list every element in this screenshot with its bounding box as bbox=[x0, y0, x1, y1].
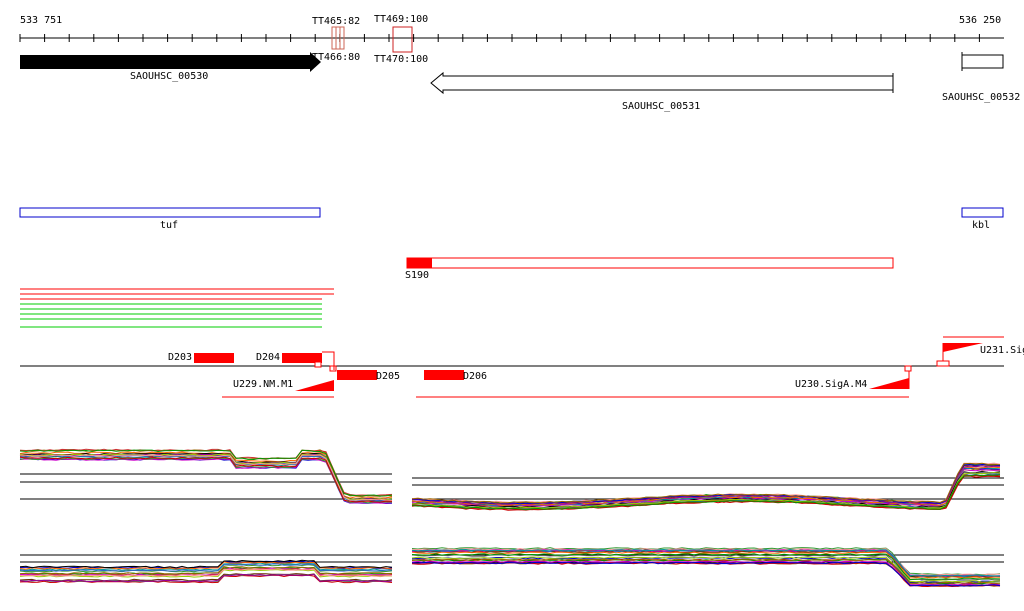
profile-curves bbox=[19, 559, 393, 584]
up-ramp-u230[interactable] bbox=[869, 378, 909, 389]
gene-box-saouhsc-00532[interactable] bbox=[961, 54, 1004, 69]
down-block-d205[interactable] bbox=[337, 370, 377, 380]
segmentation-track: D203 D204 D205 D206 U229.NM.M1 U230.SigA… bbox=[20, 336, 1024, 398]
up-ramp-u231[interactable] bbox=[943, 343, 983, 352]
gene-name-track: tuf kbl bbox=[19, 207, 1004, 231]
up-label-u231: U231.Sig bbox=[980, 345, 1024, 356]
terminator-label-tt470: TT470:100 bbox=[374, 54, 428, 65]
break-marker bbox=[936, 360, 950, 367]
start-coordinate: 533 751 bbox=[20, 15, 62, 26]
gene-arrow-saouhsc-00530[interactable] bbox=[20, 52, 321, 72]
srna-label-s190: S190 bbox=[405, 270, 429, 281]
gene-track: SAOUHSC_00530 SAOUHSC_00531 SAOUHSC_0053… bbox=[20, 52, 1020, 112]
profile-curves bbox=[411, 462, 1001, 511]
terminator-label-tt465: TT465:82 bbox=[312, 16, 360, 27]
gene-label-saouhsc-00530: SAOUHSC_00530 bbox=[130, 71, 208, 82]
break-marker bbox=[329, 365, 337, 372]
genome-browser: 533 751 536 250 TT465:82 TT466:80 TT469:… bbox=[19, 14, 1024, 588]
gene-label-saouhsc-00531: SAOUHSC_00531 bbox=[622, 101, 700, 112]
expression-profile-bottom-right bbox=[411, 547, 1004, 588]
down-label-d203: D203 bbox=[168, 352, 192, 363]
profile-curves bbox=[19, 448, 393, 505]
break-marker bbox=[904, 365, 912, 372]
up-ramp-u229[interactable] bbox=[295, 380, 334, 391]
terminator-tt469[interactable] bbox=[392, 26, 413, 53]
expression-profile-bottom-left bbox=[19, 554, 393, 584]
up-label-u229: U229.NM.M1 bbox=[233, 379, 293, 390]
down-label-d206: D206 bbox=[463, 371, 487, 382]
gene-name-tuf: tuf bbox=[160, 220, 178, 231]
gene-label-saouhsc-00532: SAOUHSC_00532 bbox=[942, 92, 1020, 103]
expression-profile-top-right bbox=[411, 462, 1004, 511]
terminator-label-tt469: TT469:100 bbox=[374, 14, 428, 25]
end-coordinate: 536 250 bbox=[959, 15, 1001, 26]
srna-track: S190 bbox=[405, 257, 894, 281]
down-block-d203[interactable] bbox=[194, 353, 234, 363]
profile-curve bbox=[19, 559, 393, 569]
down-label-d204: D204 bbox=[256, 352, 280, 363]
gene-name-box-tuf[interactable] bbox=[19, 207, 321, 218]
profile-curves bbox=[411, 547, 1001, 588]
gene-name-kbl: kbl bbox=[972, 220, 990, 231]
srna-start-block bbox=[407, 258, 432, 268]
coordinate-ruler: 533 751 536 250 bbox=[19, 15, 1004, 42]
srna-box-s190[interactable] bbox=[406, 257, 894, 269]
profile-curve bbox=[411, 467, 1001, 506]
expression-lines-track bbox=[20, 288, 334, 328]
profile-curve bbox=[19, 561, 393, 570]
down-block-d206[interactable] bbox=[424, 370, 464, 380]
gene-arrow-saouhsc-00531[interactable] bbox=[430, 71, 894, 95]
gene-name-box-kbl[interactable] bbox=[961, 207, 1004, 218]
up-label-u230: U230.SigA.M4 bbox=[795, 379, 867, 390]
terminator-track: TT465:82 TT466:80 TT469:100 TT470:100 bbox=[312, 14, 428, 65]
down-label-d205: D205 bbox=[376, 371, 400, 382]
expression-profile-top-left bbox=[19, 448, 393, 505]
break-marker bbox=[314, 361, 322, 368]
